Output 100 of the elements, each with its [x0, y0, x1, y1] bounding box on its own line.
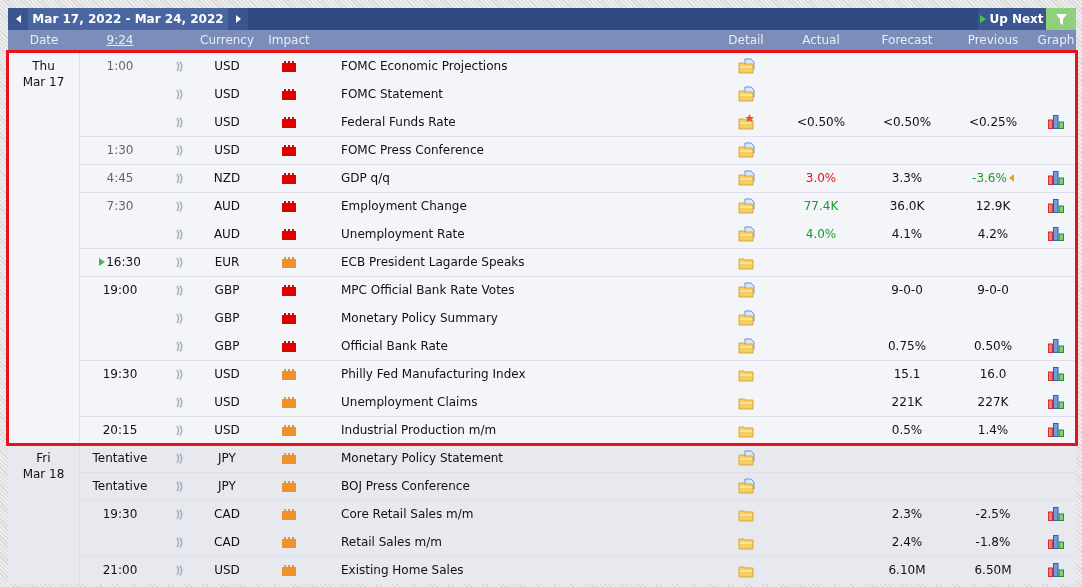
- event-title[interactable]: Core Retail Sales m/m: [324, 505, 714, 523]
- folder-document-icon[interactable]: [737, 310, 755, 326]
- currency-code: USD: [213, 58, 241, 75]
- actual-value: 4.0%: [805, 226, 837, 243]
- forecast-value: 9-0-0: [890, 282, 924, 299]
- speaker-icon[interactable]: [176, 256, 184, 268]
- folder-document-icon[interactable]: [737, 86, 755, 102]
- folder-document-icon[interactable]: [737, 478, 755, 494]
- event-title[interactable]: GDP q/q: [324, 169, 714, 187]
- speaker-icon[interactable]: [176, 396, 184, 408]
- event-time: 19:00: [102, 282, 138, 299]
- column-header: Date: [28, 32, 60, 49]
- event-title[interactable]: Unemployment Rate: [324, 225, 714, 243]
- date-range-button[interactable]: Mar 17, 2022 - Mar 24, 2022: [28, 8, 228, 30]
- currency-code: CAD: [213, 534, 241, 551]
- forecast-value: 36.0K: [888, 198, 926, 215]
- event-time: 1:30: [106, 142, 134, 159]
- bar-chart-icon[interactable]: [1048, 171, 1064, 185]
- folder-document-icon[interactable]: [737, 226, 755, 242]
- speaker-icon[interactable]: [176, 340, 184, 352]
- forecast-value: 2.3%: [890, 506, 924, 523]
- folder-document-icon[interactable]: [737, 450, 755, 466]
- day-label: Thu: [32, 58, 55, 74]
- folder-document-icon[interactable]: [737, 282, 755, 298]
- folder-document-icon[interactable]: [737, 58, 755, 74]
- previous-value: 6.50M: [974, 562, 1012, 579]
- column-header: Actual: [801, 32, 841, 49]
- event-time: 20:15: [102, 422, 138, 439]
- event-title[interactable]: Retail Sales m/m: [324, 533, 714, 551]
- event-time: Tentative: [92, 450, 148, 467]
- speaker-icon[interactable]: [176, 284, 184, 296]
- bar-chart-icon[interactable]: [1048, 227, 1064, 241]
- speaker-icon[interactable]: [176, 200, 184, 212]
- up-next-button[interactable]: Up Next: [978, 8, 1046, 30]
- column-header: Impact: [267, 32, 311, 49]
- actual-value: 3.0%: [805, 170, 837, 187]
- next-week-button[interactable]: [228, 8, 248, 30]
- column-header: Detail: [727, 32, 765, 49]
- speaker-icon[interactable]: [176, 424, 184, 436]
- forecast-value: 3.3%: [890, 170, 924, 187]
- speaker-icon[interactable]: [176, 172, 184, 184]
- event-title[interactable]: FOMC Statement: [324, 85, 714, 103]
- previous-value: 0.50%: [973, 338, 1013, 355]
- bar-chart-icon[interactable]: [1048, 339, 1064, 353]
- left-arrow-icon: [15, 15, 21, 23]
- event-title[interactable]: Philly Fed Manufacturing Index: [324, 365, 714, 383]
- folder-document-icon[interactable]: [737, 198, 755, 214]
- bar-chart-icon[interactable]: [1048, 507, 1064, 521]
- date-label: Mar 17: [22, 74, 65, 90]
- filter-button[interactable]: [1046, 8, 1076, 30]
- event-title[interactable]: FOMC Economic Projections: [324, 57, 714, 75]
- speaker-icon[interactable]: [176, 536, 184, 548]
- event-title[interactable]: FOMC Press Conference: [324, 141, 714, 159]
- folder-document-icon[interactable]: [737, 170, 755, 186]
- speaker-icon[interactable]: [176, 480, 184, 492]
- event-title[interactable]: Monetary Policy Summary: [324, 309, 714, 327]
- event-time: 4:45: [106, 170, 134, 187]
- event-title[interactable]: Employment Change: [324, 197, 714, 215]
- play-icon: [980, 15, 987, 23]
- speaker-icon[interactable]: [176, 508, 184, 520]
- currency-code: USD: [213, 86, 241, 103]
- event-title[interactable]: Unemployment Claims: [324, 393, 714, 411]
- event-title[interactable]: MPC Official Bank Rate Votes: [324, 281, 714, 299]
- speaker-icon[interactable]: [176, 144, 184, 156]
- previous-value: 9-0-0: [977, 282, 1009, 299]
- speaker-icon[interactable]: [176, 116, 184, 128]
- currency-code: USD: [213, 422, 241, 439]
- event-time: 21:00: [102, 562, 138, 579]
- speaker-icon[interactable]: [176, 564, 184, 576]
- bar-chart-icon[interactable]: [1048, 367, 1064, 381]
- speaker-icon[interactable]: [176, 452, 184, 464]
- event-title[interactable]: BOJ Press Conference: [324, 477, 714, 495]
- speaker-icon[interactable]: [176, 60, 184, 72]
- event-title[interactable]: Official Bank Rate: [324, 337, 714, 355]
- previous-week-button[interactable]: [8, 8, 28, 30]
- bar-chart-icon[interactable]: [1048, 115, 1064, 129]
- event-title[interactable]: Federal Funds Rate: [324, 113, 714, 131]
- speaker-icon[interactable]: [176, 312, 184, 324]
- actual-value: <0.50%: [796, 114, 846, 131]
- forecast-value: 0.75%: [886, 338, 928, 355]
- event-title[interactable]: Existing Home Sales: [324, 561, 714, 579]
- actual-value: 77.4K: [803, 198, 839, 215]
- bar-chart-icon[interactable]: [1048, 563, 1064, 577]
- currency-code: GBP: [213, 310, 241, 327]
- speaker-icon[interactable]: [176, 88, 184, 100]
- forecast-value: 6.10M: [887, 562, 927, 579]
- event-title[interactable]: Industrial Production m/m: [324, 421, 714, 439]
- folder-document-icon[interactable]: [737, 338, 755, 354]
- forecast-value: 0.5%: [890, 422, 924, 439]
- event-title[interactable]: Monetary Policy Statement: [324, 449, 714, 467]
- bar-chart-icon[interactable]: [1048, 199, 1064, 213]
- folder-document-icon[interactable]: [737, 142, 755, 158]
- bar-chart-icon[interactable]: [1048, 423, 1064, 437]
- speaker-icon[interactable]: [176, 228, 184, 240]
- speaker-icon[interactable]: [176, 368, 184, 380]
- bar-chart-icon[interactable]: [1048, 395, 1064, 409]
- filter-icon: [1055, 13, 1067, 25]
- event-title[interactable]: ECB President Lagarde Speaks: [324, 253, 714, 271]
- folder-star-icon[interactable]: [737, 114, 755, 130]
- bar-chart-icon[interactable]: [1048, 535, 1064, 549]
